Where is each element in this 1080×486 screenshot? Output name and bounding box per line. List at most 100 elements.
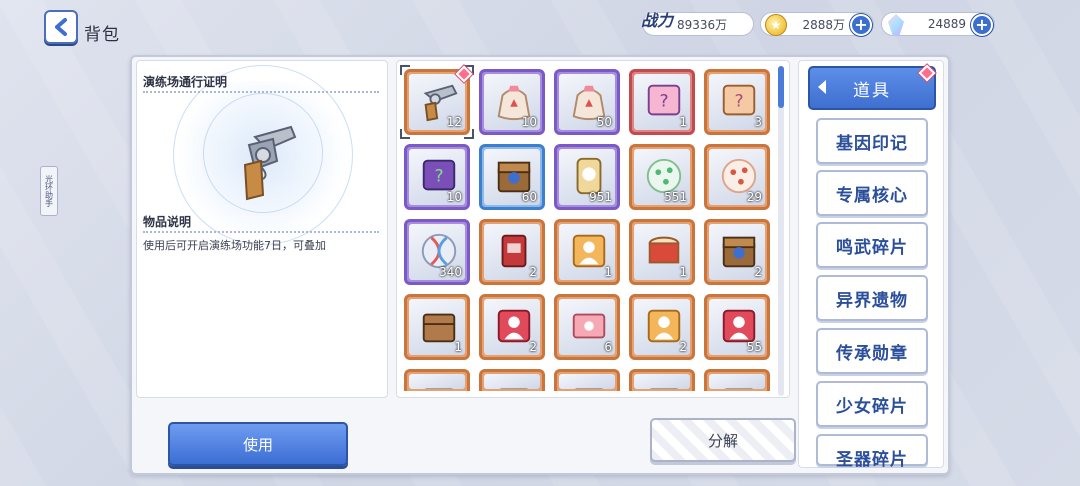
tab-exclusive-core[interactable]: 专属核心 bbox=[816, 170, 928, 216]
orb-item[interactable]: 29 bbox=[704, 144, 770, 210]
gem-display: 24889 + bbox=[881, 12, 995, 36]
item-frame bbox=[409, 374, 465, 389]
item-quantity: 29 bbox=[746, 190, 762, 204]
gift-bag-item[interactable]: 50 bbox=[554, 69, 620, 135]
ticket-item[interactable]: 6 bbox=[554, 294, 620, 360]
tab-weapon-fragment[interactable]: 鸣武碎片 bbox=[816, 222, 928, 268]
crate-item[interactable] bbox=[704, 369, 770, 391]
grid-scrollbar[interactable] bbox=[778, 66, 784, 396]
svg-text:?: ? bbox=[659, 92, 668, 112]
item-quantity: 2 bbox=[529, 340, 537, 354]
svg-text:?: ? bbox=[434, 167, 443, 187]
silhouette-item[interactable]: 55 bbox=[704, 294, 770, 360]
item-quantity: 951 bbox=[589, 190, 612, 204]
item-frame: 340 bbox=[409, 224, 465, 280]
item-frame: 60 bbox=[484, 149, 540, 205]
chest-item[interactable]: 60 bbox=[479, 144, 545, 210]
tab-artifact-fragment[interactable]: 圣器碎片 bbox=[816, 434, 928, 470]
item-quantity: 6 bbox=[604, 340, 612, 354]
item-frame: ? 1 bbox=[634, 74, 690, 130]
item-name: 演练场通行证明 bbox=[143, 75, 228, 89]
crate-icon bbox=[499, 388, 529, 389]
item-quantity: 1 bbox=[679, 115, 687, 129]
crystal-icon bbox=[888, 14, 904, 36]
item-quantity: 2 bbox=[754, 265, 762, 279]
item-quantity: 12 bbox=[446, 115, 462, 129]
item-quantity: 1 bbox=[454, 340, 462, 354]
selection-bracket bbox=[400, 129, 410, 139]
side-helper-tab[interactable]: 光环助手 bbox=[40, 166, 58, 216]
item-frame: 29 bbox=[709, 149, 765, 205]
item-frame: 6 bbox=[559, 299, 615, 355]
item-quantity: 60 bbox=[521, 190, 537, 204]
revolver-icon bbox=[243, 125, 297, 201]
add-gold-button[interactable]: + bbox=[850, 14, 872, 36]
scrollbar-thumb[interactable] bbox=[778, 66, 784, 108]
chevron-left-icon bbox=[55, 18, 67, 36]
item-frame bbox=[484, 374, 540, 389]
crate-item[interactable] bbox=[479, 369, 545, 391]
divider bbox=[143, 91, 379, 93]
item-frame: 1 bbox=[634, 224, 690, 280]
tab-gene-mark[interactable]: 基因印记 bbox=[816, 118, 928, 164]
power-value: 89336万 bbox=[677, 17, 728, 32]
crate-icon bbox=[574, 388, 604, 389]
mystery-box-item[interactable]: ? 3 bbox=[704, 69, 770, 135]
gem-value: 24889 bbox=[927, 17, 966, 31]
item-frame: 2 bbox=[709, 224, 765, 280]
drum-item[interactable]: 1 bbox=[629, 219, 695, 285]
silhouette-item[interactable]: 2 bbox=[629, 294, 695, 360]
mystery-box-item[interactable]: ? 10 bbox=[404, 144, 470, 210]
tab-girl-fragment[interactable]: 少女碎片 bbox=[816, 381, 928, 427]
orb-item[interactable]: 551 bbox=[629, 144, 695, 210]
add-gem-button[interactable]: + bbox=[971, 14, 993, 36]
item-quantity: 1 bbox=[604, 265, 612, 279]
silhouette-item[interactable]: 2 bbox=[479, 294, 545, 360]
tab-legacy-medal[interactable]: 传承勋章 bbox=[816, 328, 928, 374]
item-frame: 1 bbox=[559, 224, 615, 280]
divider bbox=[143, 231, 379, 233]
use-button[interactable]: 使用 bbox=[168, 422, 348, 466]
card-item[interactable]: 2 bbox=[479, 219, 545, 285]
item-frame: ? 10 bbox=[409, 149, 465, 205]
crate-item[interactable] bbox=[404, 369, 470, 391]
gift-bag-item[interactable]: 10 bbox=[479, 69, 545, 135]
gold-display: ★ 2888万 + bbox=[760, 12, 874, 36]
page-title: 背包 bbox=[84, 25, 120, 45]
tab-items[interactable]: 道具 bbox=[808, 66, 936, 110]
item-frame: 951 bbox=[559, 149, 615, 205]
decompose-button[interactable]: 分解 bbox=[650, 418, 796, 462]
crate-item[interactable] bbox=[629, 369, 695, 391]
item-frame: 50 bbox=[559, 74, 615, 130]
selection-bracket bbox=[464, 129, 474, 139]
power-label: 战力 bbox=[641, 11, 674, 30]
item-quantity: 10 bbox=[446, 190, 462, 204]
tab-label: 道具 bbox=[853, 80, 891, 101]
mystery-box-item[interactable]: ? 1 bbox=[629, 69, 695, 135]
crate-item[interactable]: 1 bbox=[404, 294, 470, 360]
item-frame: 55 bbox=[709, 299, 765, 355]
item-quantity: 3 bbox=[754, 115, 762, 129]
caret-left-icon bbox=[818, 80, 826, 94]
item-frame: 551 bbox=[634, 149, 690, 205]
item-quantity: 10 bbox=[521, 115, 537, 129]
gold-coin-icon: ★ bbox=[765, 14, 787, 36]
chest-item[interactable]: 2 bbox=[704, 219, 770, 285]
crate-icon bbox=[649, 388, 679, 389]
item-frame: 2 bbox=[634, 299, 690, 355]
crate-item[interactable] bbox=[554, 369, 620, 391]
item-quantity: 1 bbox=[679, 265, 687, 279]
item-frame: 10 bbox=[484, 74, 540, 130]
dna-item[interactable]: 340 bbox=[404, 219, 470, 285]
item-frame bbox=[634, 374, 690, 389]
item-quantity: 2 bbox=[529, 265, 537, 279]
item-quantity: 340 bbox=[439, 265, 462, 279]
item-frame: 2 bbox=[484, 299, 540, 355]
silhouette-item[interactable]: 1 bbox=[554, 219, 620, 285]
gold-value: 2888万 bbox=[802, 17, 845, 32]
item-frame: ? 3 bbox=[709, 74, 765, 130]
can-item[interactable]: 951 bbox=[554, 144, 620, 210]
item-frame: 1 bbox=[409, 299, 465, 355]
tab-otherworld-relic[interactable]: 异界遗物 bbox=[816, 275, 928, 321]
back-button[interactable] bbox=[44, 10, 78, 44]
